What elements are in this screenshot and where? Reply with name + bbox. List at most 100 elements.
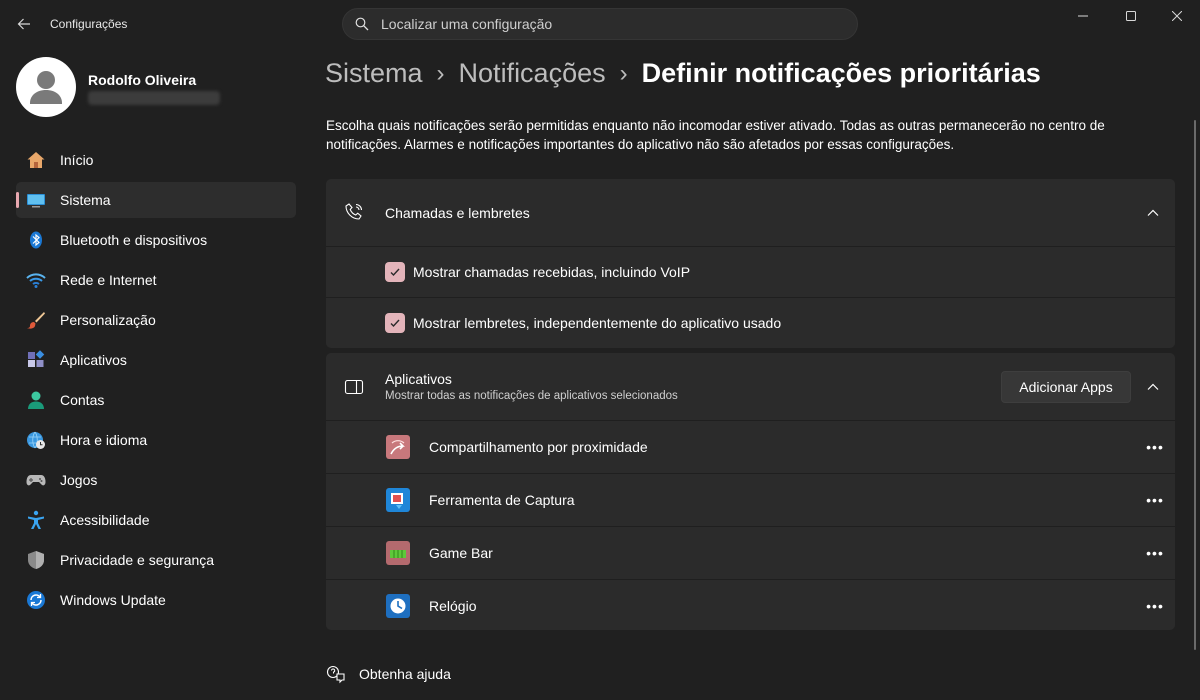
apps-subtitle: Mostrar todas as notificações de aplicat… xyxy=(385,390,678,402)
breadcrumb-chevron-icon: › xyxy=(619,59,628,87)
bluetooth-icon xyxy=(26,230,46,250)
checkmark-icon xyxy=(390,319,400,328)
gamepad-icon xyxy=(26,470,46,490)
app-label: Compartilhamento por proximidade xyxy=(429,439,648,455)
maximize-icon xyxy=(1126,11,1136,21)
app-row-snipping-tool: Ferramenta de Captura ••• xyxy=(326,473,1175,526)
scrollbar[interactable] xyxy=(1194,120,1196,650)
calls-reminders-header[interactable]: Chamadas e lembretes xyxy=(326,179,1175,246)
breadcrumb: Sistema › Notificações › Definir notific… xyxy=(325,58,1041,89)
show-calls-checkbox[interactable] xyxy=(385,262,405,282)
add-apps-button[interactable]: Adicionar Apps xyxy=(1001,371,1131,403)
calls-reminders-card: Chamadas e lembretes Mostrar chamadas re… xyxy=(326,179,1175,348)
minimize-button[interactable] xyxy=(1060,0,1106,32)
get-help-label: Obtenha ajuda xyxy=(359,666,451,682)
app-label: Game Bar xyxy=(429,545,493,561)
sidebar-item-hora-idioma[interactable]: Hora e idioma xyxy=(16,422,296,458)
close-icon xyxy=(1172,11,1182,21)
person-icon xyxy=(30,71,62,104)
sidebar-item-label: Bluetooth e dispositivos xyxy=(60,232,208,248)
option-show-reminders[interactable]: Mostrar lembretes, independentemente do … xyxy=(326,297,1175,348)
back-button[interactable] xyxy=(10,10,38,38)
sidebar-item-label: Privacidade e segurança xyxy=(60,552,215,568)
accounts-icon xyxy=(26,390,46,410)
help-icon xyxy=(326,665,345,684)
sidebar-item-privacidade[interactable]: Privacidade e segurança xyxy=(16,542,296,578)
sidebar-item-acessibilidade[interactable]: Acessibilidade xyxy=(16,502,296,538)
show-calls-label: Mostrar chamadas recebidas, incluindo Vo… xyxy=(413,264,691,280)
search-icon xyxy=(355,17,369,31)
page-title: Definir notificações prioritárias xyxy=(641,58,1041,88)
game-bar-icon xyxy=(386,541,410,565)
sidebar-item-rede[interactable]: Rede e Internet xyxy=(16,262,296,298)
sidebar-item-contas[interactable]: Contas xyxy=(16,382,296,418)
minimize-icon xyxy=(1078,15,1088,17)
apps-title: Aplicativos xyxy=(385,371,452,387)
option-show-calls[interactable]: Mostrar chamadas recebidas, incluindo Vo… xyxy=(326,246,1175,297)
more-options-icon[interactable]: ••• xyxy=(1146,439,1163,455)
sidebar-item-label: Personalização xyxy=(60,312,156,328)
time-language-icon xyxy=(26,430,46,450)
apps-card: Aplicativos Mostrar todas as notificaçõe… xyxy=(326,353,1175,630)
user-profile[interactable]: Rodolfo Oliveira xyxy=(16,57,296,117)
update-icon xyxy=(26,590,46,610)
nearby-sharing-icon xyxy=(386,435,410,459)
sidebar-item-label: Hora e idioma xyxy=(60,432,148,448)
profile-name: Rodolfo Oliveira xyxy=(88,72,197,88)
page-description: Escolha quais notificações serão permiti… xyxy=(326,118,1105,152)
back-arrow-icon xyxy=(17,18,30,30)
sidebar-item-label: Windows Update xyxy=(60,592,166,608)
apps-icon xyxy=(26,350,46,370)
sidebar-item-windows-update[interactable]: Windows Update xyxy=(16,582,296,618)
app-row-nearby-sharing: Compartilhamento por proximidade ••• xyxy=(326,420,1175,473)
phone-icon xyxy=(344,202,364,222)
sidebar-item-label: Contas xyxy=(60,392,105,408)
sidebar-item-bluetooth[interactable]: Bluetooth e dispositivos xyxy=(16,222,296,258)
sidebar-item-personalizacao[interactable]: Personalização xyxy=(16,302,296,338)
sidebar-item-label: Início xyxy=(60,152,94,168)
wifi-icon xyxy=(26,270,46,290)
checkmark-icon xyxy=(390,268,400,277)
clock-icon xyxy=(386,594,410,618)
app-label: Ferramenta de Captura xyxy=(429,492,575,508)
app-row-game-bar: Game Bar ••• xyxy=(326,526,1175,579)
sidebar-item-label: Acessibilidade xyxy=(60,512,150,528)
show-reminders-checkbox[interactable] xyxy=(385,313,405,333)
profile-email-redacted xyxy=(88,91,220,105)
app-label: Relógio xyxy=(429,598,477,614)
sidebar-item-label: Aplicativos xyxy=(60,352,127,368)
chevron-up-icon[interactable] xyxy=(1145,205,1161,221)
app-title: Configurações xyxy=(50,17,128,31)
breadcrumb-notificacoes[interactable]: Notificações xyxy=(459,58,606,89)
sidebar-item-sistema[interactable]: Sistema xyxy=(16,182,296,218)
accessibility-icon xyxy=(26,510,46,530)
breadcrumb-sistema[interactable]: Sistema xyxy=(325,58,423,89)
more-options-icon[interactable]: ••• xyxy=(1146,598,1163,614)
sidebar-item-jogos[interactable]: Jogos xyxy=(16,462,296,498)
sidebar-item-aplicativos[interactable]: Aplicativos xyxy=(16,342,296,378)
sidebar-item-label: Jogos xyxy=(60,472,98,488)
search-input[interactable] xyxy=(381,16,821,32)
more-options-icon[interactable]: ••• xyxy=(1146,492,1163,508)
system-icon xyxy=(26,190,46,210)
shield-icon xyxy=(26,550,46,570)
show-reminders-label: Mostrar lembretes, independentemente do … xyxy=(413,315,782,331)
more-options-icon[interactable]: ••• xyxy=(1146,545,1163,561)
brush-icon xyxy=(26,310,46,330)
search-box[interactable] xyxy=(342,8,858,40)
title-bar: Configurações xyxy=(0,0,1200,48)
home-icon xyxy=(26,150,46,170)
sidebar-item-label: Sistema xyxy=(60,192,111,208)
avatar xyxy=(16,57,76,117)
apps-header[interactable]: Aplicativos Mostrar todas as notificaçõe… xyxy=(326,353,1175,420)
calls-reminders-title: Chamadas e lembretes xyxy=(385,205,530,221)
close-button[interactable] xyxy=(1154,0,1200,32)
sidebar-nav: Início Sistema Bluetooth e dispositivos … xyxy=(16,142,296,622)
get-help-link[interactable]: Obtenha ajuda xyxy=(326,664,451,684)
chevron-up-icon[interactable] xyxy=(1145,379,1161,395)
sidebar-item-label: Rede e Internet xyxy=(60,272,157,288)
app-row-clock: Relógio ••• xyxy=(326,579,1175,632)
maximize-button[interactable] xyxy=(1108,0,1154,32)
sidebar-item-inicio[interactable]: Início xyxy=(16,142,296,178)
app-window-icon xyxy=(344,377,364,397)
